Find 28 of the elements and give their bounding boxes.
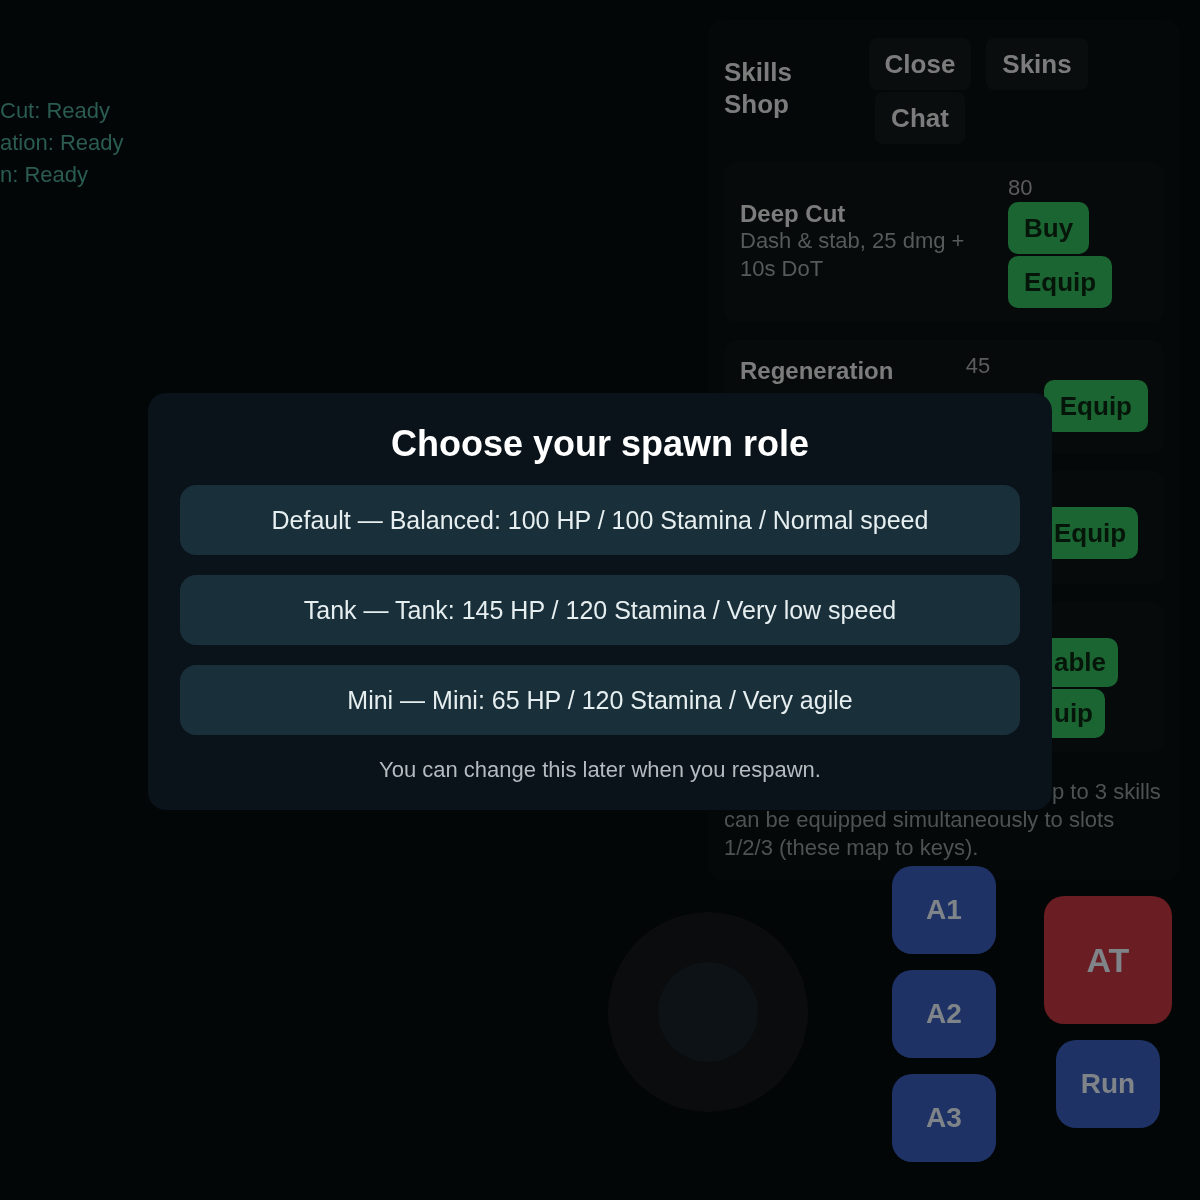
skill-price: 45 xyxy=(965,354,991,378)
run-button[interactable]: Run xyxy=(1056,1040,1160,1128)
header-button[interactable]: Close xyxy=(868,38,972,90)
skill-button[interactable]: Equip xyxy=(1008,256,1113,308)
skill-button[interactable]: Equip xyxy=(1043,380,1148,432)
skill-name: Deep Cut xyxy=(740,201,847,227)
skill-price: 80 xyxy=(1008,176,1033,200)
dialog-title: Choose your spawn role xyxy=(389,423,811,465)
ability-button[interactable]: A2 xyxy=(892,970,996,1058)
header-button[interactable]: Chat xyxy=(875,92,965,144)
skill-button[interactable]: Buy xyxy=(1008,202,1090,254)
ability-button[interactable]: A1 xyxy=(892,866,996,954)
attack-button[interactable]: AT xyxy=(1044,896,1172,1024)
cooldown-status: Cut: Ready xyxy=(0,98,112,124)
cooldown-status: n: Ready xyxy=(0,162,90,188)
skill-name: Regeneration xyxy=(740,358,895,384)
skill-button[interactable]: Equip xyxy=(1052,507,1139,559)
role-option[interactable]: Mini — Mini: 65 HP / 120 Stamina / Very agile xyxy=(180,665,1020,735)
skill-button[interactable]: uip xyxy=(1052,689,1105,738)
role-option[interactable]: Tank — Tank: 145 HP / 120 Stamina / Very low speed xyxy=(180,575,1020,645)
skill-button[interactable]: able xyxy=(1052,638,1119,687)
cooldown-status: ation: Ready xyxy=(0,130,124,156)
shop-title: Skills Shop xyxy=(724,56,793,120)
header-button[interactable]: Skins xyxy=(986,38,1088,90)
ability-button[interactable]: A3 xyxy=(892,1074,996,1162)
dialog-note: You can change this later when you respawn. xyxy=(378,757,822,783)
skill-description: Dash & stab, 25 dmg + 10s DoT xyxy=(740,227,966,283)
role-option[interactable]: Default — Balanced: 100 HP / 100 Stamina / Normal speed xyxy=(180,485,1020,555)
